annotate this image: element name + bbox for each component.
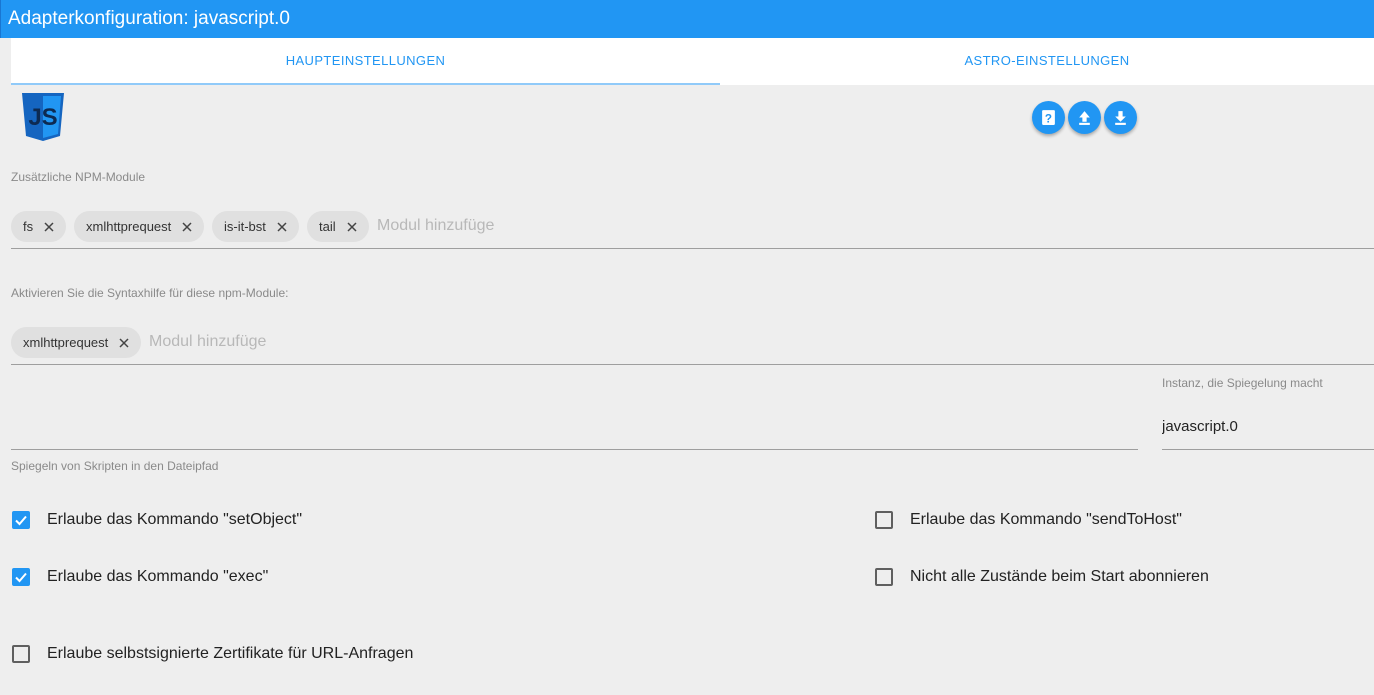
checkbox-allow-sendtohost[interactable]: Erlaube das Kommando "sendToHost" xyxy=(875,511,1182,529)
chip-remove-icon[interactable] xyxy=(42,220,56,234)
checkbox-unchecked-icon[interactable] xyxy=(875,511,893,529)
chip-label: fs xyxy=(23,219,34,234)
tab-astro-settings[interactable]: ASTRO-EINSTELLUNGEN xyxy=(720,38,1374,85)
chip-remove-icon[interactable] xyxy=(345,220,359,234)
checkbox-label: Erlaube das Kommando "sendToHost" xyxy=(910,511,1182,528)
svg-text:?: ? xyxy=(1045,112,1052,125)
tab-bar: HAUPTEINSTELLUNGEN ASTRO-EINSTELLUNGEN xyxy=(11,38,1374,85)
help-icon: ? xyxy=(1042,110,1055,125)
tab-main-settings[interactable]: HAUPTEINSTELLUNGEN xyxy=(11,38,720,85)
checkbox-label: Nicht alle Zustände beim Start abonniere… xyxy=(910,568,1209,585)
checkbox-label: Erlaube selbstsignierte Zertifikate für … xyxy=(47,645,414,662)
checkbox-label: Erlaube das Kommando "exec" xyxy=(47,568,269,585)
upload-button[interactable] xyxy=(1068,101,1101,134)
download-icon xyxy=(1115,111,1126,125)
mirror-path-label: Spiegeln von Skripten in den Dateipfad xyxy=(11,459,219,473)
chip-label: is-it-bst xyxy=(224,219,266,234)
checkbox-allow-selfsigned-certs[interactable]: Erlaube selbstsignierte Zertifikate für … xyxy=(12,645,413,663)
chip-label: xmlhttprequest xyxy=(86,219,172,234)
checkbox-label: Erlaube das Kommando "setObject" xyxy=(47,511,303,528)
mirror-path-underline xyxy=(11,449,1138,450)
chip-remove-icon[interactable] xyxy=(275,220,289,234)
checkbox-checked-icon[interactable] xyxy=(12,568,30,586)
chip-label: tail xyxy=(319,219,336,234)
npm-module-input[interactable] xyxy=(377,214,777,238)
mirror-path-input[interactable] xyxy=(11,414,1131,438)
checkbox-no-subscribe-all-states[interactable]: Nicht alle Zustände beim Start abonniere… xyxy=(875,568,1209,586)
chip-remove-icon[interactable] xyxy=(117,336,131,350)
chip-npm-module: is-it-bst xyxy=(212,211,299,242)
chip-npm-module: tail xyxy=(307,211,369,242)
chip-npm-module: xmlhttprequest xyxy=(74,211,205,242)
syntax-modules-label: Aktivieren Sie die Syntaxhilfe für diese… xyxy=(11,286,289,300)
mirror-instance-select[interactable] xyxy=(1162,414,1367,438)
npm-modules-label: Zusätzliche NPM-Module xyxy=(11,170,146,184)
checkbox-allow-exec[interactable]: Erlaube das Kommando "exec" xyxy=(12,568,268,586)
chip-remove-icon[interactable] xyxy=(180,220,194,234)
adapter-config-dialog: Adapterkonfiguration: javascript.0 HAUPT… xyxy=(0,0,1374,695)
help-button[interactable]: ? xyxy=(1032,101,1065,134)
chip-syntax-module: xmlhttprequest xyxy=(11,327,142,358)
checkbox-checked-icon[interactable] xyxy=(12,511,30,529)
chip-label: xmlhttprequest xyxy=(23,335,109,350)
checkbox-allow-setobject[interactable]: Erlaube das Kommando "setObject" xyxy=(12,511,302,529)
window-title: Adapterkonfiguration: javascript.0 xyxy=(0,0,1374,38)
download-button[interactable] xyxy=(1104,101,1137,134)
active-tab-indicator xyxy=(11,83,720,85)
svg-text:JS: JS xyxy=(28,104,57,131)
javascript-logo: JS xyxy=(22,93,64,141)
npm-modules-underline xyxy=(11,248,1374,249)
syntax-module-input[interactable] xyxy=(149,330,549,354)
mirror-instance-underline xyxy=(1162,449,1374,450)
syntax-modules-underline xyxy=(11,364,1374,365)
checkbox-unchecked-icon[interactable] xyxy=(12,645,30,663)
mirror-instance-label: Instanz, die Spiegelung macht xyxy=(1162,376,1323,390)
upload-icon xyxy=(1079,111,1090,125)
chip-npm-module: fs xyxy=(11,211,67,242)
checkbox-unchecked-icon[interactable] xyxy=(875,568,893,586)
